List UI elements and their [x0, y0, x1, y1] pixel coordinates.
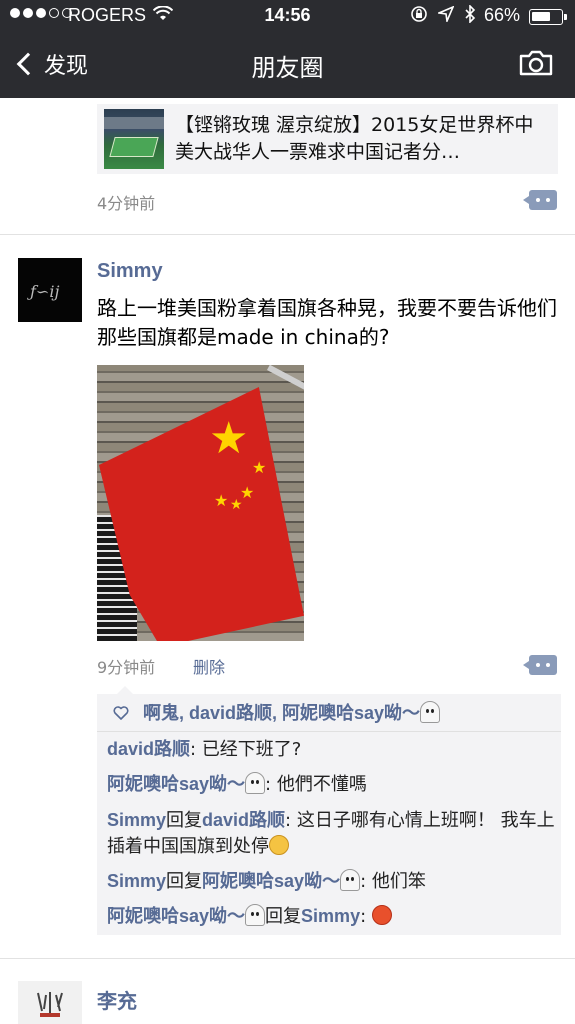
thumbnail-stadium-stand: [104, 117, 164, 129]
reply-word: 回复: [166, 810, 203, 831]
calligraphy-logo-icon: [37, 992, 63, 1017]
comment-row[interactable]: 阿妮噢哈say呦～: 他們不懂嗎: [107, 771, 555, 798]
comment-row[interactable]: 阿妮噢哈say呦～ 回复Simmy:: [107, 903, 555, 930]
status-icons: [410, 5, 476, 23]
comment-button[interactable]: [523, 655, 557, 675]
comment-separator: :: [360, 871, 372, 892]
link-title: 【铿锵玫瑰 渥京绽放】2015女足世界杯中美大战华人一票难求中国记者分…: [175, 114, 534, 163]
post-divider: [0, 234, 575, 235]
comment-row[interactable]: Simmy回复阿妮噢哈say呦～: 他们笨: [107, 868, 555, 895]
battery-fill: [532, 12, 550, 21]
ghost-emoji-icon: [245, 772, 266, 794]
comment-dot: [546, 198, 550, 202]
top-bar: ROGERS 14:56 66% 发现 朋友圈: [0, 0, 575, 98]
thumbnail-pitch: [109, 137, 159, 157]
avatar-text: ƒ∽ij: [30, 282, 60, 301]
page-title: 朋友圈: [251, 54, 324, 82]
comment-separator: :: [360, 906, 372, 927]
comment-button[interactable]: [523, 190, 557, 210]
comment-author[interactable]: Simmy: [107, 871, 166, 891]
thinking-emoji-icon: [269, 835, 289, 855]
comment-dot: [536, 663, 540, 667]
ghost-emoji-icon: [340, 869, 361, 891]
post-text: 路上一堆美国粉拿着国旗各种晃，我要不要告诉他们那些国旗都是made in chi…: [97, 296, 557, 349]
nav-bar: 发现 朋友圈: [0, 32, 575, 98]
link-thumbnail: [104, 109, 164, 169]
location-arrow-icon: [438, 6, 454, 22]
battery-percent: 66%: [484, 5, 521, 25]
comment-row[interactable]: david路顺: 已经下班了?: [107, 736, 555, 763]
avatar[interactable]: ƒ∽ij: [18, 258, 82, 322]
comments-box: 啊鬼, david路顺, 阿妮噢哈say呦～ david路顺: 已经下班了? 阿…: [97, 686, 561, 935]
comment-text: 他們不懂嗎: [276, 774, 367, 795]
post-divider: [0, 958, 575, 959]
reply-target[interactable]: Simmy: [301, 906, 360, 926]
previous-post-time: 4分钟前: [97, 194, 156, 213]
post-author-name[interactable]: 李充: [97, 985, 137, 1014]
status-bar: ROGERS 14:56 66%: [0, 0, 575, 32]
comment-author[interactable]: david路顺: [107, 739, 190, 759]
comment-author[interactable]: 阿妮噢哈say呦～: [107, 906, 245, 926]
battery-icon: [529, 9, 567, 25]
comment-text: 已经下班了?: [201, 739, 302, 760]
likes-names[interactable]: 啊鬼, david路顺, 阿妮噢哈say呦～: [143, 703, 420, 723]
comment-text: 他们笨: [371, 871, 426, 892]
comment-separator: :: [190, 739, 202, 760]
heart-icon: [113, 706, 129, 720]
comment-row[interactable]: Simmy回复david路顺: 这日子哪有心情上班啊！ 我车上插着中国国旗到处停: [107, 807, 555, 860]
flag-big-star-icon: ★: [209, 413, 249, 464]
comment-dot: [536, 198, 540, 202]
flag-small-star-icon: ★: [252, 458, 267, 477]
post-author-name[interactable]: Simmy: [97, 260, 163, 283]
avatar[interactable]: [18, 981, 82, 1024]
battery-nub: [564, 14, 567, 20]
comment-author[interactable]: Simmy: [107, 810, 166, 830]
bluetooth-icon: [465, 5, 476, 23]
flag-small-star-icon: ★: [214, 491, 229, 510]
reply-word: 回复: [166, 871, 203, 892]
shared-link-card[interactable]: 【铿锵玫瑰 渥京绽放】2015女足世界杯中美大战华人一票难求中国记者分…: [97, 104, 558, 174]
ghost-emoji-icon: [245, 904, 266, 926]
reply-word: 回复: [265, 906, 302, 927]
ghost-emoji-icon: [420, 701, 441, 723]
comment-separator: :: [285, 810, 297, 831]
comment-separator: :: [265, 774, 277, 795]
reply-target[interactable]: 阿妮噢哈say呦～: [202, 871, 340, 891]
post-time: 9分钟前: [97, 658, 156, 677]
flag-small-star-icon: ★: [230, 497, 243, 513]
reply-target[interactable]: david路顺: [202, 810, 285, 830]
orientation-lock-icon: [411, 6, 427, 22]
post-photo-china-flag[interactable]: ★ ★ ★ ★ ★: [97, 365, 304, 641]
camera-icon[interactable]: [519, 50, 553, 76]
likes-row: 啊鬼, david路顺, 阿妮噢哈say呦～: [97, 694, 561, 732]
angry-emoji-icon: [371, 905, 392, 925]
delete-button[interactable]: 删除: [193, 654, 225, 678]
comment-dot: [546, 663, 550, 667]
comment-author[interactable]: 阿妮噢哈say呦～: [107, 774, 245, 794]
